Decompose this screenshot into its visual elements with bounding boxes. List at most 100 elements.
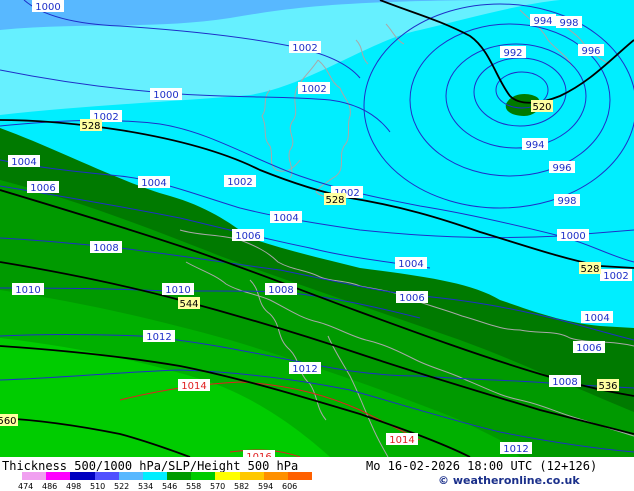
scale-swatch xyxy=(263,472,288,480)
scale-swatch xyxy=(167,472,192,480)
isobar-value: 1004 xyxy=(11,157,36,168)
isobar-value: 1006 xyxy=(576,343,601,354)
height-value: 528 xyxy=(81,121,100,132)
isobar-label: 1000 xyxy=(150,88,182,101)
model-run-time: Mo 16-02-2026 18:00 UTC (12+126) xyxy=(366,459,598,473)
isobar-value: 1014 xyxy=(389,435,414,446)
isobar-value: 1012 xyxy=(146,332,171,343)
isobar-label: 1006 xyxy=(573,341,605,354)
isobar-label: 1002 xyxy=(224,175,256,188)
weather-map: 1000 1002 1000 1002 1002 994 998 992 996… xyxy=(0,0,634,457)
isobar-label: 1004 xyxy=(581,311,613,324)
isobar-value: 998 xyxy=(559,18,578,29)
isobar-value: 1002 xyxy=(301,84,326,95)
isobar-value: 1004 xyxy=(398,259,423,270)
scale-swatch xyxy=(287,472,313,480)
scale-swatch xyxy=(70,472,95,480)
isobar-value: 1004 xyxy=(584,313,609,324)
height-value: 544 xyxy=(179,299,198,310)
isobar-value: 992 xyxy=(503,48,522,59)
isobar-label: 1000 xyxy=(557,229,589,242)
scale-swatch xyxy=(239,472,264,480)
height-label: 536 xyxy=(597,379,619,392)
isobar-label: 1010 xyxy=(162,283,194,296)
isobar-label: 1002 xyxy=(289,41,321,54)
isobar-value: 1002 xyxy=(227,177,252,188)
isobar-value: 996 xyxy=(581,46,600,57)
isobar-label: 1014 xyxy=(178,379,210,392)
height-value: 528 xyxy=(580,264,599,275)
isobar-value: 1000 xyxy=(153,90,178,101)
isobar-label: 1002 xyxy=(298,82,330,95)
isobar-value: 1004 xyxy=(273,213,298,224)
isobar-value: 1006 xyxy=(399,293,424,304)
isobar-label: 1012 xyxy=(289,362,321,375)
scale-swatch xyxy=(46,472,71,480)
isobar-label: 994 xyxy=(530,14,556,27)
scale-swatch xyxy=(142,472,168,480)
isobar-value: 994 xyxy=(533,16,552,27)
isobar-label: 992 xyxy=(500,46,526,59)
height-value: 536 xyxy=(598,381,617,392)
isobar-label: 1012 xyxy=(143,330,175,343)
isobar-label: 1000 xyxy=(32,0,64,13)
height-value: 560 xyxy=(0,416,17,427)
isobar-value: 1010 xyxy=(165,285,190,296)
isobar-label: 1006 xyxy=(232,229,264,242)
height-value: 520 xyxy=(532,102,551,113)
isobar-label: 1012 xyxy=(500,442,532,455)
isobar-label: 1008 xyxy=(265,283,297,296)
height-label: 528 xyxy=(80,119,102,132)
isobar-label: 998 xyxy=(554,194,580,207)
isobar-value: 1010 xyxy=(15,285,40,296)
isobar-label: 1004 xyxy=(8,155,40,168)
map-canvas: 1000 1002 1000 1002 1002 994 998 992 996… xyxy=(0,0,634,457)
isobar-label: 1006 xyxy=(27,181,59,194)
isobar-label: 1010 xyxy=(12,283,44,296)
scale-swatch xyxy=(22,472,47,480)
isobar-value: 998 xyxy=(557,196,576,207)
height-label: 544 xyxy=(178,297,200,310)
height-label: 528 xyxy=(579,262,601,275)
scale-swatch xyxy=(191,472,216,480)
isobar-value: 1004 xyxy=(141,178,166,189)
isobar-label: 1008 xyxy=(90,241,122,254)
isobar-label: 1004 xyxy=(138,176,170,189)
isobar-label: 1014 xyxy=(386,433,418,446)
isobar-value: 1006 xyxy=(30,183,55,194)
isobar-label: 1004 xyxy=(270,211,302,224)
isobar-value: 1000 xyxy=(35,2,60,13)
height-label: 520 xyxy=(531,100,553,113)
isobar-value: 1008 xyxy=(552,377,577,388)
isobar-value: 1006 xyxy=(235,231,260,242)
isobar-label: 1002 xyxy=(600,269,632,282)
height-label: 560 xyxy=(0,414,18,427)
isobar-label: 996 xyxy=(549,161,575,174)
isobar-value: 994 xyxy=(525,140,544,151)
isobar-value: 1000 xyxy=(560,231,585,242)
map-title: Thickness 500/1000 hPa/SLP/Height 500 hP… xyxy=(2,459,299,473)
isobar-value: 1014 xyxy=(181,381,206,392)
isobar-value: 1002 xyxy=(292,43,317,54)
height-value: 528 xyxy=(325,195,344,206)
thickness-scale-labels: 474 486 498 510 522 534 546 558 570 582 594 606 xyxy=(18,482,328,491)
isobar-value: 1008 xyxy=(93,243,118,254)
scale-swatch xyxy=(215,472,240,480)
isobar-value: 1008 xyxy=(268,285,293,296)
isobar-value: 996 xyxy=(552,163,571,174)
isobar-label: 1016 xyxy=(243,450,275,457)
isobar-value: 1012 xyxy=(503,444,528,455)
isobar-label: 998 xyxy=(556,16,582,29)
copyright-link[interactable]: © weatheronline.co.uk xyxy=(438,474,580,487)
height-label: 528 xyxy=(324,193,346,206)
isobar-label: 1006 xyxy=(396,291,428,304)
isobar-value: 1002 xyxy=(603,271,628,282)
thickness-color-scale xyxy=(22,472,313,480)
isobar-label: 1004 xyxy=(395,257,427,270)
isobar-label: 1008 xyxy=(549,375,581,388)
scale-swatch xyxy=(118,472,143,480)
scale-swatch xyxy=(94,472,119,480)
isobar-label: 994 xyxy=(522,138,548,151)
isobar-value: 1012 xyxy=(292,364,317,375)
isobar-label: 996 xyxy=(578,44,604,57)
